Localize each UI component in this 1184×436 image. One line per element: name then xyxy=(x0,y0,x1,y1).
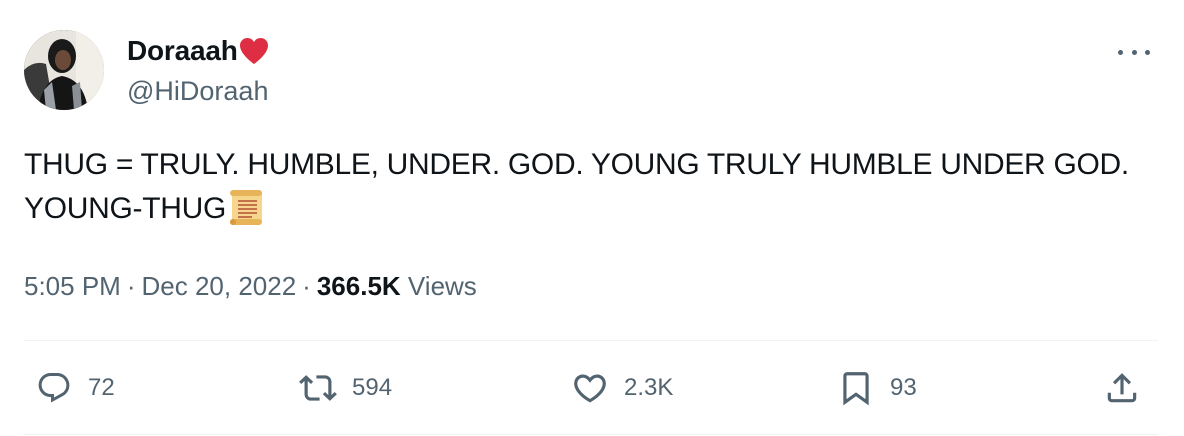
reply-button[interactable]: 72 xyxy=(34,366,115,410)
reply-count: 72 xyxy=(88,374,115,401)
tweet-date[interactable]: Dec 20, 2022 xyxy=(142,271,297,301)
tweet-time[interactable]: 5:05 PM xyxy=(24,271,121,301)
more-icon[interactable] xyxy=(1118,40,1150,64)
avatar-image xyxy=(24,30,104,110)
views-label: Views xyxy=(407,271,477,301)
tweet-meta: 5:05 PM · Dec 20, 2022 · 366.5K Views xyxy=(24,271,477,302)
display-name[interactable]: Doraaah xyxy=(127,35,238,67)
scroll-emoji xyxy=(227,189,265,227)
tweet-card: Doraaah @HiDoraah THUG = TRULY. HUMBLE, … xyxy=(0,0,1184,436)
bookmark-icon xyxy=(836,368,876,408)
divider xyxy=(24,340,1158,341)
like-count: 2.3K xyxy=(624,374,674,401)
avatar[interactable] xyxy=(24,30,104,110)
author-handle[interactable]: @HiDoraah xyxy=(127,76,268,107)
tweet-text-content: THUG = TRULY. HUMBLE, UNDER. GOD. YOUNG … xyxy=(24,148,1129,225)
bookmark-count: 93 xyxy=(890,374,917,401)
heart-icon xyxy=(570,368,610,408)
retweet-button[interactable]: 594 xyxy=(298,366,392,410)
bookmark-button[interactable]: 93 xyxy=(836,366,917,410)
author-name-row[interactable]: Doraaah xyxy=(127,34,269,68)
reply-icon xyxy=(34,368,74,408)
divider xyxy=(24,434,1158,435)
like-button[interactable]: 2.3K xyxy=(570,366,673,410)
red-heart-emoji xyxy=(239,37,269,65)
retweet-icon xyxy=(298,368,338,408)
tweet-text: THUG = TRULY. HUMBLE, UNDER. GOD. YOUNG … xyxy=(24,143,1164,231)
retweet-count: 594 xyxy=(352,374,393,401)
views-count: 366.5K xyxy=(316,271,401,301)
share-button[interactable] xyxy=(1102,366,1142,410)
meta-separator: · xyxy=(302,271,311,301)
meta-separator: · xyxy=(126,271,136,301)
share-icon xyxy=(1102,368,1142,408)
